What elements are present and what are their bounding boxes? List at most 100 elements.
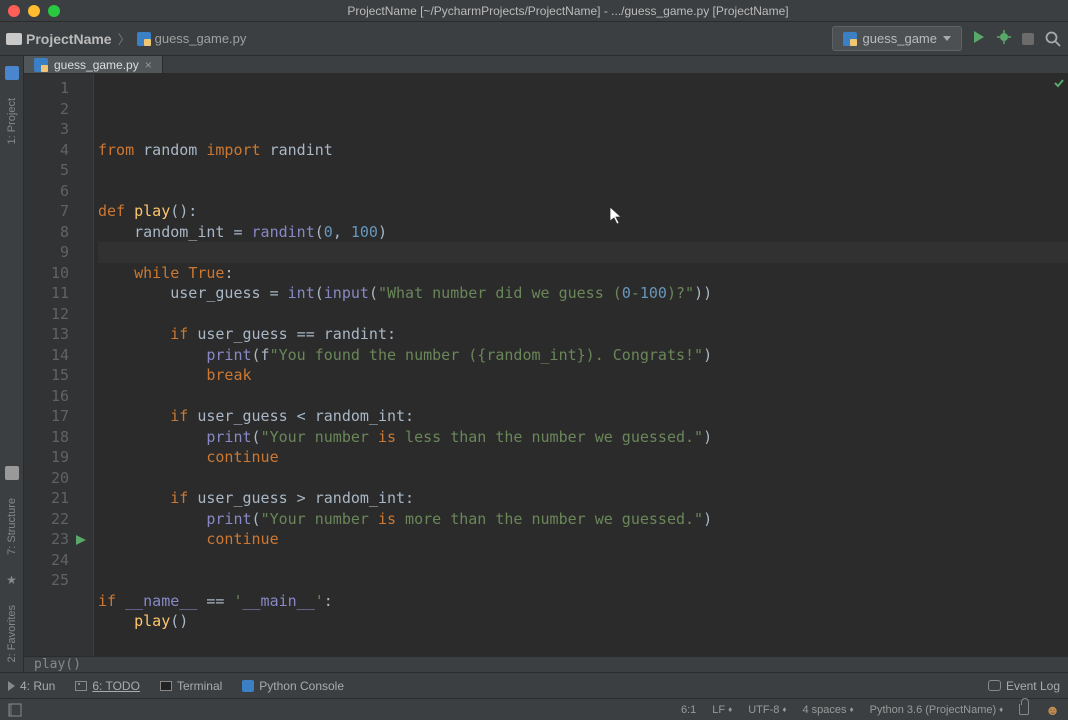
- code-line[interactable]: play(): [98, 611, 1068, 632]
- code-line[interactable]: print("Your number is more than the numb…: [98, 509, 1068, 530]
- code-line[interactable]: [98, 570, 1068, 591]
- tool-window-rail-left: 1: Project 7: Structure ★ 2: Favorites: [0, 56, 24, 672]
- memory-indicator-icon[interactable]: ☻: [1045, 702, 1060, 718]
- terminal-icon: [160, 681, 172, 691]
- run-icon: [8, 681, 15, 691]
- todo-tool-button[interactable]: 6: TODO: [75, 679, 140, 693]
- line-number[interactable]: 13: [24, 324, 69, 345]
- line-number[interactable]: 24: [24, 550, 69, 571]
- event-log-icon: [988, 680, 1001, 691]
- code-area[interactable]: from random import randint def play(): r…: [94, 74, 1068, 656]
- code-line[interactable]: [98, 386, 1068, 407]
- line-number[interactable]: 20: [24, 468, 69, 489]
- line-number[interactable]: 7: [24, 201, 69, 222]
- code-line[interactable]: continue: [98, 447, 1068, 468]
- code-line[interactable]: while True:: [98, 263, 1068, 284]
- editor-breadcrumb[interactable]: play(): [24, 656, 1068, 672]
- editor-tab[interactable]: guess_game.py ×: [24, 56, 163, 73]
- line-number[interactable]: 22: [24, 509, 69, 530]
- tool-windows-toggle-button[interactable]: [8, 703, 22, 717]
- breadcrumb-file[interactable]: guess_game.py: [137, 31, 247, 46]
- line-number[interactable]: 12: [24, 304, 69, 325]
- line-number[interactable]: 19: [24, 447, 69, 468]
- interpreter-selector[interactable]: Python 3.6 (ProjectName) ♦: [870, 704, 1004, 716]
- code-line[interactable]: [98, 242, 1068, 263]
- structure-tool-icon[interactable]: [5, 466, 19, 480]
- code-line[interactable]: continue: [98, 529, 1068, 550]
- code-line[interactable]: [98, 468, 1068, 489]
- project-tool-button[interactable]: 1: Project: [6, 88, 18, 154]
- favorites-tool-icon[interactable]: ★: [5, 573, 19, 587]
- code-line[interactable]: [98, 632, 1068, 653]
- code-line[interactable]: break: [98, 365, 1068, 386]
- indent-selector[interactable]: 4 spaces ♦: [802, 704, 853, 716]
- python-file-icon: [843, 32, 857, 46]
- line-number[interactable]: 1: [24, 78, 69, 99]
- tool-window-bar-bottom: 4: Run 6: TODO Terminal Python Console E…: [0, 672, 1068, 698]
- line-number[interactable]: 3: [24, 119, 69, 140]
- line-number[interactable]: 5: [24, 160, 69, 181]
- code-line[interactable]: if user_guess > random_int:: [98, 488, 1068, 509]
- line-number[interactable]: 18: [24, 427, 69, 448]
- breadcrumb-project-label: ProjectName: [26, 31, 112, 47]
- line-number[interactable]: 9: [24, 242, 69, 263]
- line-number[interactable]: 17: [24, 406, 69, 427]
- close-window-button[interactable]: [8, 5, 20, 17]
- lock-icon: [1019, 704, 1029, 715]
- python-console-tool-button[interactable]: Python Console: [242, 679, 344, 693]
- code-line[interactable]: user_guess = int(input("What number did …: [98, 283, 1068, 304]
- run-tool-button[interactable]: 4: Run: [8, 679, 55, 693]
- chevron-down-icon: [943, 36, 951, 41]
- minimize-window-button[interactable]: [28, 5, 40, 17]
- line-number[interactable]: 11: [24, 283, 69, 304]
- terminal-tool-button[interactable]: Terminal: [160, 679, 222, 693]
- line-number[interactable]: 6: [24, 181, 69, 202]
- read-only-toggle[interactable]: [1019, 704, 1029, 715]
- code-line[interactable]: if user_guess == randint:: [98, 324, 1068, 345]
- line-number[interactable]: 10: [24, 263, 69, 284]
- line-number[interactable]: 2: [24, 99, 69, 120]
- line-number[interactable]: 25: [24, 570, 69, 591]
- breadcrumb-project[interactable]: ProjectName: [6, 31, 112, 47]
- event-log-label: Event Log: [1006, 679, 1060, 693]
- project-tool-icon[interactable]: [5, 66, 19, 80]
- code-line[interactable]: print(f"You found the number ({random_in…: [98, 345, 1068, 366]
- maximize-window-button[interactable]: [48, 5, 60, 17]
- line-number[interactable]: 15: [24, 365, 69, 386]
- stop-button[interactable]: [1022, 33, 1034, 45]
- code-line[interactable]: if __name__ == '__main__':: [98, 591, 1068, 612]
- window-title: ProjectName [~/PycharmProjects/ProjectNa…: [76, 4, 1060, 18]
- structure-tool-button[interactable]: 7: Structure: [6, 488, 18, 565]
- code-line[interactable]: [98, 304, 1068, 325]
- code-line[interactable]: random_int = randint(0, 100): [98, 222, 1068, 243]
- line-number[interactable]: 21: [24, 488, 69, 509]
- line-number[interactable]: 16: [24, 386, 69, 407]
- code-line[interactable]: [98, 181, 1068, 202]
- python-file-icon: [137, 32, 151, 46]
- run-gutter-icon[interactable]: [76, 533, 86, 554]
- line-number-gutter[interactable]: 1234567891011121314151617181920212223242…: [24, 74, 94, 656]
- encoding-selector[interactable]: UTF-8 ♦: [748, 704, 786, 716]
- run-button[interactable]: [972, 30, 986, 47]
- event-log-button[interactable]: Event Log: [988, 679, 1060, 693]
- code-line[interactable]: [98, 550, 1068, 571]
- line-number[interactable]: 4: [24, 140, 69, 161]
- code-line[interactable]: [98, 160, 1068, 181]
- line-number[interactable]: 8: [24, 222, 69, 243]
- python-console-tool-label: Python Console: [259, 679, 344, 693]
- code-line[interactable]: from random import randint: [98, 140, 1068, 161]
- line-number[interactable]: 23: [24, 529, 69, 550]
- run-configuration-selector[interactable]: guess_game: [832, 26, 962, 51]
- close-tab-button[interactable]: ×: [145, 58, 152, 72]
- line-separator-selector[interactable]: LF ♦: [712, 704, 732, 716]
- code-line[interactable]: def play():: [98, 201, 1068, 222]
- debug-button[interactable]: [996, 29, 1012, 48]
- code-line[interactable]: print("Your number is less than the numb…: [98, 427, 1068, 448]
- favorites-tool-button[interactable]: 2: Favorites: [6, 595, 18, 672]
- caret-position[interactable]: 6:1: [681, 704, 696, 716]
- chevron-right-icon: 〉: [118, 29, 131, 48]
- search-everywhere-button[interactable]: [1044, 30, 1062, 48]
- code-editor[interactable]: 1234567891011121314151617181920212223242…: [24, 74, 1068, 656]
- code-line[interactable]: if user_guess < random_int:: [98, 406, 1068, 427]
- line-number[interactable]: 14: [24, 345, 69, 366]
